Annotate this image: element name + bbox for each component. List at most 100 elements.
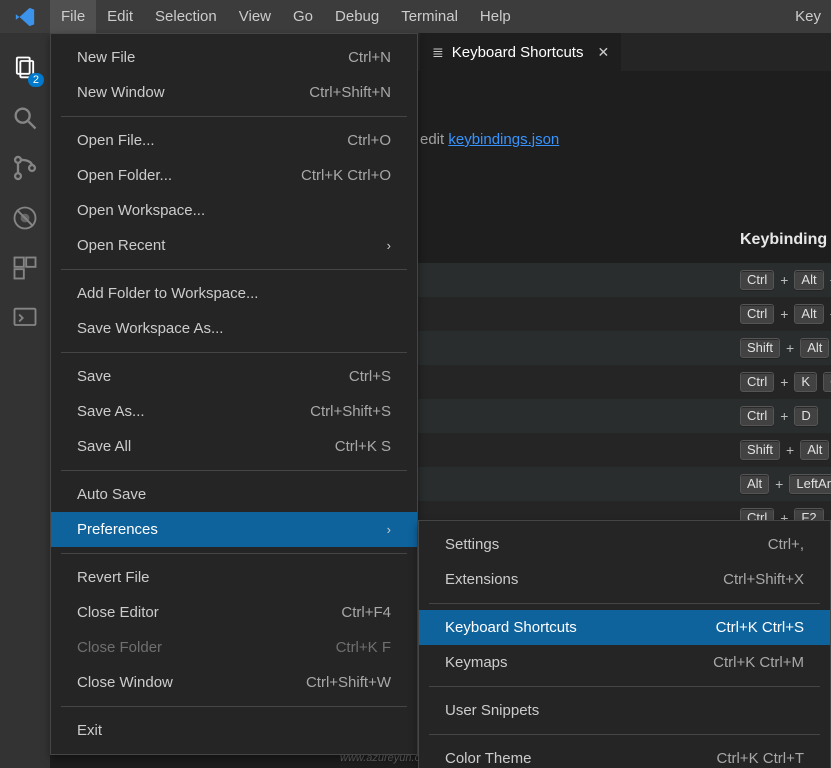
menu-separator — [61, 116, 407, 117]
window-title: Key — [795, 8, 831, 25]
menu-separator — [61, 352, 407, 353]
menu-item-label: Extensions — [445, 571, 703, 588]
menu-item-accel: Ctrl+F4 — [321, 604, 391, 621]
menu-selection[interactable]: Selection — [144, 0, 228, 33]
key-cap: Ctrl — [740, 406, 774, 427]
activity-bar: 2 — [0, 33, 50, 768]
chevron-right-icon: › — [387, 238, 391, 253]
menu-item-label: Save — [77, 368, 329, 385]
prefs-menu-item-user-snippets[interactable]: User Snippets — [419, 693, 830, 728]
menu-item-label: Revert File — [77, 569, 391, 586]
key-separator: + — [786, 340, 794, 356]
menu-item-label: Preferences — [77, 521, 387, 538]
file-menu-item-new-file[interactable]: New FileCtrl+N — [51, 40, 417, 75]
menu-debug[interactable]: Debug — [324, 0, 390, 33]
list-icon: ≣ — [432, 44, 444, 61]
menu-view[interactable]: View — [228, 0, 282, 33]
key-separator: + — [786, 442, 794, 458]
key-separator: + — [780, 408, 788, 424]
key-separator: + — [775, 476, 783, 492]
menu-item-label: Open Folder... — [77, 167, 281, 184]
prefs-menu-item-keyboard-shortcuts[interactable]: Keyboard ShortcutsCtrl+K Ctrl+S — [419, 610, 830, 645]
menu-terminal[interactable]: Terminal — [390, 0, 469, 33]
menu-item-accel: Ctrl+O — [327, 132, 391, 149]
chevron-right-icon: › — [387, 522, 391, 537]
file-menu-item-preferences[interactable]: Preferences› — [51, 512, 417, 547]
activity-terminal-icon[interactable] — [0, 293, 50, 343]
menu-separator — [429, 734, 820, 735]
menu-item-accel: Ctrl+Shift+X — [703, 571, 804, 588]
file-menu-item-open-recent[interactable]: Open Recent› — [51, 228, 417, 263]
preferences-submenu: SettingsCtrl+,ExtensionsCtrl+Shift+XKeyb… — [418, 520, 831, 768]
menu-item-accel: Ctrl+K Ctrl+T — [696, 750, 804, 767]
menu-item-accel: Ctrl+N — [328, 49, 391, 66]
menu-separator — [61, 706, 407, 707]
activity-extensions-icon[interactable] — [0, 243, 50, 293]
file-menu-item-close-window[interactable]: Close WindowCtrl+Shift+W — [51, 665, 417, 700]
file-menu-item-new-window[interactable]: New WindowCtrl+Shift+N — [51, 75, 417, 110]
key-cap: K — [794, 372, 817, 393]
hint-prefix: edit — [420, 131, 448, 148]
file-menu-item-open-workspace[interactable]: Open Workspace... — [51, 193, 417, 228]
tab-keyboard-shortcuts[interactable]: ≣ Keyboard Shortcuts ✕ — [420, 33, 621, 71]
menu-file[interactable]: File — [50, 0, 96, 33]
menu-item-label: User Snippets — [445, 702, 804, 719]
menu-separator — [429, 603, 820, 604]
menu-separator — [61, 553, 407, 554]
menu-item-label: Keymaps — [445, 654, 693, 671]
key-cap: D — [794, 406, 817, 427]
activity-explorer-icon[interactable]: 2 — [0, 43, 50, 93]
file-menu-item-auto-save[interactable]: Auto Save — [51, 477, 417, 512]
keybindings-json-link[interactable]: keybindings.json — [448, 131, 559, 148]
key-cap: Ctrl — [740, 304, 774, 325]
file-menu-item-open-folder[interactable]: Open Folder...Ctrl+K Ctrl+O — [51, 158, 417, 193]
menu-item-label: Open File... — [77, 132, 327, 149]
menu-separator — [61, 470, 407, 471]
menu-item-label: Save Workspace As... — [77, 320, 391, 337]
key-cap: Alt — [800, 440, 829, 461]
key-cap: Ctrl — [740, 270, 774, 291]
menu-item-accel: Ctrl+Shift+S — [290, 403, 391, 420]
menu-separator — [61, 269, 407, 270]
prefs-menu-item-keymaps[interactable]: KeymapsCtrl+K Ctrl+M — [419, 645, 830, 680]
menu-go[interactable]: Go — [282, 0, 324, 33]
close-icon[interactable]: ✕ — [597, 44, 609, 61]
menu-item-accel: Ctrl+Shift+N — [289, 84, 391, 101]
menu-edit[interactable]: Edit — [96, 0, 144, 33]
menu-help[interactable]: Help — [469, 0, 522, 33]
file-menu-item-save-workspace-as[interactable]: Save Workspace As... — [51, 311, 417, 346]
key-separator: + — [780, 306, 788, 322]
file-menu-item-revert-file[interactable]: Revert File — [51, 560, 417, 595]
file-menu-item-save[interactable]: SaveCtrl+S — [51, 359, 417, 394]
activity-debug-icon[interactable] — [0, 193, 50, 243]
menu-item-accel: Ctrl+K Ctrl+M — [693, 654, 804, 671]
file-menu-item-add-folder-to-workspace[interactable]: Add Folder to Workspace... — [51, 276, 417, 311]
menu-item-accel: Ctrl+K Ctrl+S — [696, 619, 804, 636]
activity-search-icon[interactable] — [0, 93, 50, 143]
menu-item-accel: Ctrl+S — [329, 368, 391, 385]
file-menu-item-save-all[interactable]: Save AllCtrl+K S — [51, 429, 417, 464]
menu-item-label: New Window — [77, 84, 289, 101]
key-separator: + — [780, 272, 788, 288]
menu-item-accel: Ctrl+K F — [316, 639, 391, 656]
prefs-menu-item-settings[interactable]: SettingsCtrl+, — [419, 527, 830, 562]
prefs-menu-item-extensions[interactable]: ExtensionsCtrl+Shift+X — [419, 562, 830, 597]
menu-item-label: Keyboard Shortcuts — [445, 619, 696, 636]
file-menu-item-exit[interactable]: Exit — [51, 713, 417, 748]
menu-item-label: New File — [77, 49, 328, 66]
file-menu-item-close-editor[interactable]: Close EditorCtrl+F4 — [51, 595, 417, 630]
key-separator: + — [780, 374, 788, 390]
file-menu: New FileCtrl+NNew WindowCtrl+Shift+NOpen… — [50, 33, 418, 755]
key-cap: LeftArrow — [789, 474, 831, 495]
file-menu-item-open-file[interactable]: Open File...Ctrl+O — [51, 123, 417, 158]
menu-item-label: Auto Save — [77, 486, 391, 503]
menu-separator — [429, 686, 820, 687]
menu-item-label: Close Folder — [77, 639, 316, 656]
menu-item-label: Open Recent — [77, 237, 387, 254]
menu-item-label: Save As... — [77, 403, 290, 420]
key-cap: Shift — [740, 338, 780, 359]
menu-item-accel: Ctrl+, — [748, 536, 804, 553]
prefs-menu-item-color-theme[interactable]: Color ThemeCtrl+K Ctrl+T — [419, 741, 830, 768]
activity-scm-icon[interactable] — [0, 143, 50, 193]
file-menu-item-save-as[interactable]: Save As...Ctrl+Shift+S — [51, 394, 417, 429]
